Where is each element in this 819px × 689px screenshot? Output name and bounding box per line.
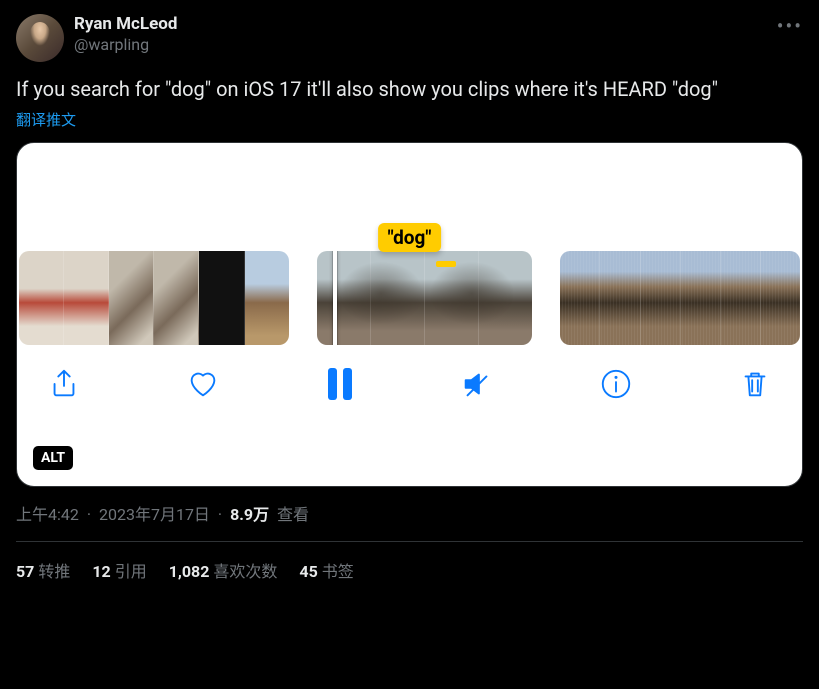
clip-frame — [19, 251, 64, 345]
clip-frame — [681, 251, 721, 345]
tweet-stats: 57转推 12引用 1,082喜欢次数 45书签 — [16, 542, 803, 590]
display-name: Ryan McLeod — [74, 14, 177, 35]
search-term-caret — [436, 261, 456, 267]
search-term-pill: "dog" — [378, 223, 442, 252]
alt-badge[interactable]: ALT — [33, 446, 73, 470]
clip-frame — [154, 251, 199, 345]
heart-icon[interactable] — [186, 367, 220, 401]
bookmarks-stat[interactable]: 45书签 — [299, 558, 353, 582]
likes-stat[interactable]: 1,082喜欢次数 — [169, 558, 278, 582]
clip-frame — [761, 251, 800, 345]
pause-icon[interactable] — [325, 368, 355, 400]
trash-icon[interactable] — [738, 367, 772, 401]
author-block[interactable]: Ryan McLeod @warpling — [74, 14, 177, 55]
tweet-meta: 上午4:42 · 2023年7月17日 · 8.9万 查看 — [16, 499, 803, 542]
tweet-date[interactable]: 2023年7月17日 — [99, 505, 210, 524]
views-label: 查看 — [277, 505, 309, 524]
tweet-text: If you search for "dog" on iOS 17 it'll … — [16, 76, 803, 103]
mute-icon[interactable] — [460, 367, 494, 401]
clip-frame — [199, 251, 244, 345]
clip-frame — [245, 251, 289, 345]
clip-frame — [600, 251, 640, 345]
clip-frame — [64, 251, 109, 345]
clip-group[interactable] — [317, 251, 533, 345]
clip-overlay — [317, 251, 533, 345]
avatar[interactable] — [16, 14, 64, 62]
media-toolbar — [17, 345, 802, 419]
share-icon[interactable] — [47, 367, 81, 401]
playhead[interactable] — [333, 251, 337, 345]
clip-frame — [109, 251, 154, 345]
tweet-header: Ryan McLeod @warpling ••• — [16, 14, 803, 62]
more-icon[interactable]: ••• — [777, 14, 803, 38]
tweet-time[interactable]: 上午4:42 — [16, 505, 79, 524]
tweet-media[interactable]: "dog" — [16, 142, 803, 487]
clip-frame — [641, 251, 681, 345]
clip-frame — [721, 251, 761, 345]
retweets-stat[interactable]: 57转推 — [16, 558, 70, 582]
quotes-stat[interactable]: 12引用 — [92, 558, 146, 582]
info-icon[interactable] — [599, 367, 633, 401]
clip-group[interactable] — [560, 251, 800, 345]
clip-frame — [560, 251, 600, 345]
clip-group[interactable] — [19, 251, 289, 345]
video-timeline[interactable] — [17, 251, 802, 345]
handle: @warpling — [74, 35, 177, 55]
views-count: 8.9万 — [230, 505, 269, 524]
translate-link[interactable]: 翻译推文 — [16, 109, 803, 130]
